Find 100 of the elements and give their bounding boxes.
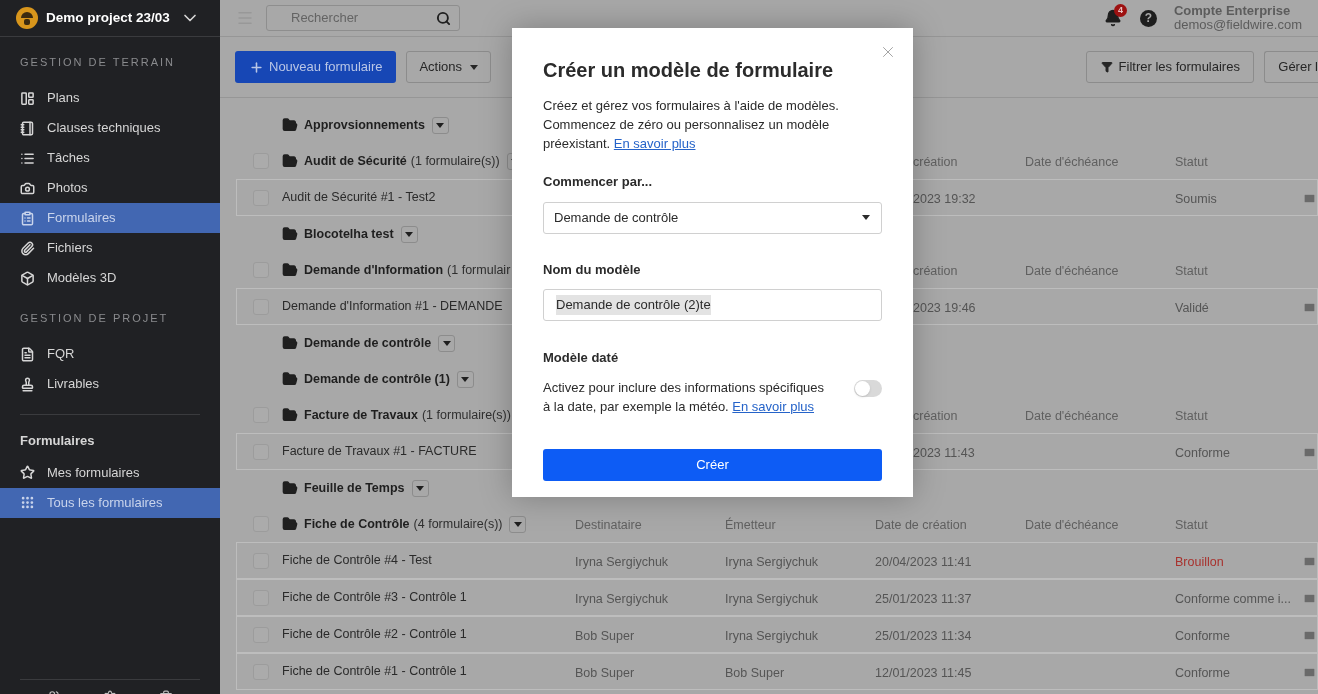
caret-icon xyxy=(862,215,870,220)
folder-icon xyxy=(282,516,298,532)
form-row[interactable]: Fiche de Contrôle #1 - Contrôle 1 Bob Super Bob Super 12/01/2023 11:45 Conforme xyxy=(236,653,1318,690)
caret-icon xyxy=(416,485,424,491)
sidebar-item[interactable]: Formulaires xyxy=(0,203,220,233)
sidebar-item[interactable]: Plans xyxy=(0,83,220,113)
caret-icon xyxy=(436,122,445,128)
dated-toggle[interactable] xyxy=(854,379,882,397)
table-cell-text: Iryna Sergiychuk xyxy=(575,591,669,608)
table-cell-text: 20/04/2023 11:41 xyxy=(875,554,972,571)
dialog-description: Créez et gérez vos formulaires à l'aide de modèles. Commencez de zéro ou personnalisez un modèle préexistant. En savoir plus xyxy=(543,97,840,153)
star-icon xyxy=(20,465,35,480)
learn-more-link[interactable]: En savoir plus xyxy=(613,136,696,151)
sidebar-item[interactable]: Tous les formulaires xyxy=(0,487,220,518)
group-menu-button[interactable] xyxy=(438,334,456,352)
column-header: Date d'échéance xyxy=(1025,263,1119,280)
form-name: Demande d'Information #1 - DEMANDE xyxy=(282,298,503,316)
group-name[interactable]: Blocotelha test xyxy=(304,224,394,244)
column-header: Statut xyxy=(1175,263,1208,280)
manage-button[interactable]: Gérer l xyxy=(1264,51,1318,83)
clipboard-icon xyxy=(20,210,35,226)
caret-icon xyxy=(470,64,479,70)
notebook-icon xyxy=(20,120,35,136)
status-text: Conforme xyxy=(1175,445,1230,462)
group-name[interactable]: Facture de Travaux xyxy=(304,405,418,425)
status-text: Conforme xyxy=(1175,628,1230,645)
group-name[interactable]: Demande de contrôle (1) xyxy=(304,369,450,389)
group-count: (1 formulair xyxy=(447,261,511,279)
sidebar-item[interactable]: FQR xyxy=(0,339,220,369)
status-text: Brouillon xyxy=(1175,554,1224,571)
folder-icon xyxy=(282,407,298,423)
column-header: Destinataire xyxy=(575,517,642,534)
folder-icon xyxy=(282,117,298,133)
status-text: Conforme comme i... xyxy=(1175,591,1291,608)
sidebar-item[interactable]: Livrables xyxy=(0,369,220,399)
section-heading: Formulaires xyxy=(19,432,96,450)
group-count: (4 formulaire(s)) xyxy=(413,515,503,533)
new-form-button[interactable]: Nouveau formulaire xyxy=(235,51,397,83)
column-header: Date de création xyxy=(875,517,967,534)
notification-bell-icon[interactable] xyxy=(1103,9,1122,27)
folder-icon xyxy=(282,226,298,242)
sidebar-item[interactable]: Fichiers xyxy=(0,233,220,263)
table-cell-text: 2023 19:46 xyxy=(912,300,976,317)
help-button[interactable]: ? xyxy=(1139,9,1157,27)
account-name: Compte Enterprise xyxy=(1173,4,1292,18)
column-header: création xyxy=(912,154,958,171)
table-cell-text: Iryna Sergiychuk xyxy=(575,554,669,571)
table-cell-text: Bob Super xyxy=(725,665,785,682)
group-menu-button[interactable] xyxy=(411,479,429,497)
status-text: Soumis xyxy=(1175,191,1217,208)
group-menu-button[interactable] xyxy=(509,515,527,533)
caret-icon xyxy=(442,340,451,346)
dialog-title: Créer un modèle de formulaire xyxy=(543,58,835,83)
section-heading: GESTION DE PROJET xyxy=(19,311,170,325)
account-email: demos@fieldwire.com xyxy=(1173,18,1302,32)
paperclip-icon xyxy=(20,240,35,256)
start-select[interactable]: Demande de contrôle xyxy=(543,201,882,234)
sidebar-item[interactable]: Mes formulaires xyxy=(0,457,220,488)
dated-description: Activez pour inclure des informations spécifiques à la date, par exemple la météo. En savoir plus xyxy=(543,378,826,416)
logo-icon xyxy=(16,7,38,29)
group-name[interactable]: Approvsionnements xyxy=(304,115,425,135)
actions-button[interactable]: Actions xyxy=(406,51,492,83)
learn-more-link[interactable]: En savoir plus xyxy=(732,398,814,414)
status-text: Conforme xyxy=(1175,665,1230,682)
form-row[interactable]: Fiche de Contrôle #4 - Test Iryna Sergiychuk Iryna Sergiychuk 20/04/2023 11:41 Brouillon xyxy=(236,542,1318,579)
group-menu-button[interactable] xyxy=(400,225,418,243)
form-name: Fiche de Contrôle #3 - Contrôle 1 xyxy=(282,589,467,607)
form-name: Fiche de Contrôle #1 - Contrôle 1 xyxy=(282,663,467,681)
form-name: Fiche de Contrôle #4 - Test xyxy=(282,552,432,570)
column-header: création xyxy=(912,263,958,280)
sidebar-item[interactable]: Clauses techniques xyxy=(0,113,220,143)
sidebar-item[interactable]: Tâches xyxy=(0,143,220,173)
sidebar-item[interactable]: Photos xyxy=(0,173,220,203)
form-row[interactable]: Fiche de Contrôle #3 - Contrôle 1 Iryna Sergiychuk Iryna Sergiychuk 25/01/2023 11:37 Conforme comme i... xyxy=(236,579,1318,616)
group-name[interactable]: Fiche de Contrôle xyxy=(304,514,410,534)
search-icon xyxy=(436,10,451,26)
form-name: Audit de Sécurité #1 - Test2 xyxy=(282,189,436,207)
group-name[interactable]: Feuille de Temps xyxy=(304,478,405,498)
status-text: Validé xyxy=(1175,300,1209,317)
folder-icon xyxy=(282,153,298,169)
form-row[interactable]: Fiche de Contrôle #2 - Contrôle 1 Bob Super Iryna Sergiychuk 25/01/2023 11:34 Conforme xyxy=(236,616,1318,653)
table-cell-text: 25/01/2023 11:37 xyxy=(875,591,972,608)
project-name[interactable]: Demo project 23/03 xyxy=(46,7,172,29)
column-header: création xyxy=(912,408,958,425)
group-name[interactable]: Audit de Sécurité xyxy=(304,151,407,171)
template-name-field[interactable]: Demande de contrôle (2)te xyxy=(543,289,882,321)
caret-icon xyxy=(461,376,470,382)
document-icon xyxy=(20,346,35,362)
column-header: Statut xyxy=(1175,154,1208,171)
group-menu-button[interactable] xyxy=(431,116,449,134)
group-menu-button[interactable] xyxy=(456,370,474,388)
group-count: (1 formulaire(s)) xyxy=(421,406,511,424)
create-button[interactable]: Créer xyxy=(543,448,882,481)
filter-button[interactable]: Filtrer les formulaires xyxy=(1086,51,1255,83)
camera-icon xyxy=(20,180,35,196)
group-name[interactable]: Demande d'Information xyxy=(304,260,444,280)
field-label: Nom du modèle xyxy=(543,260,642,279)
sidebar-item[interactable]: Modèles 3D xyxy=(0,263,220,293)
folder-icon xyxy=(282,371,298,387)
group-name[interactable]: Demande de contrôle xyxy=(304,333,432,353)
